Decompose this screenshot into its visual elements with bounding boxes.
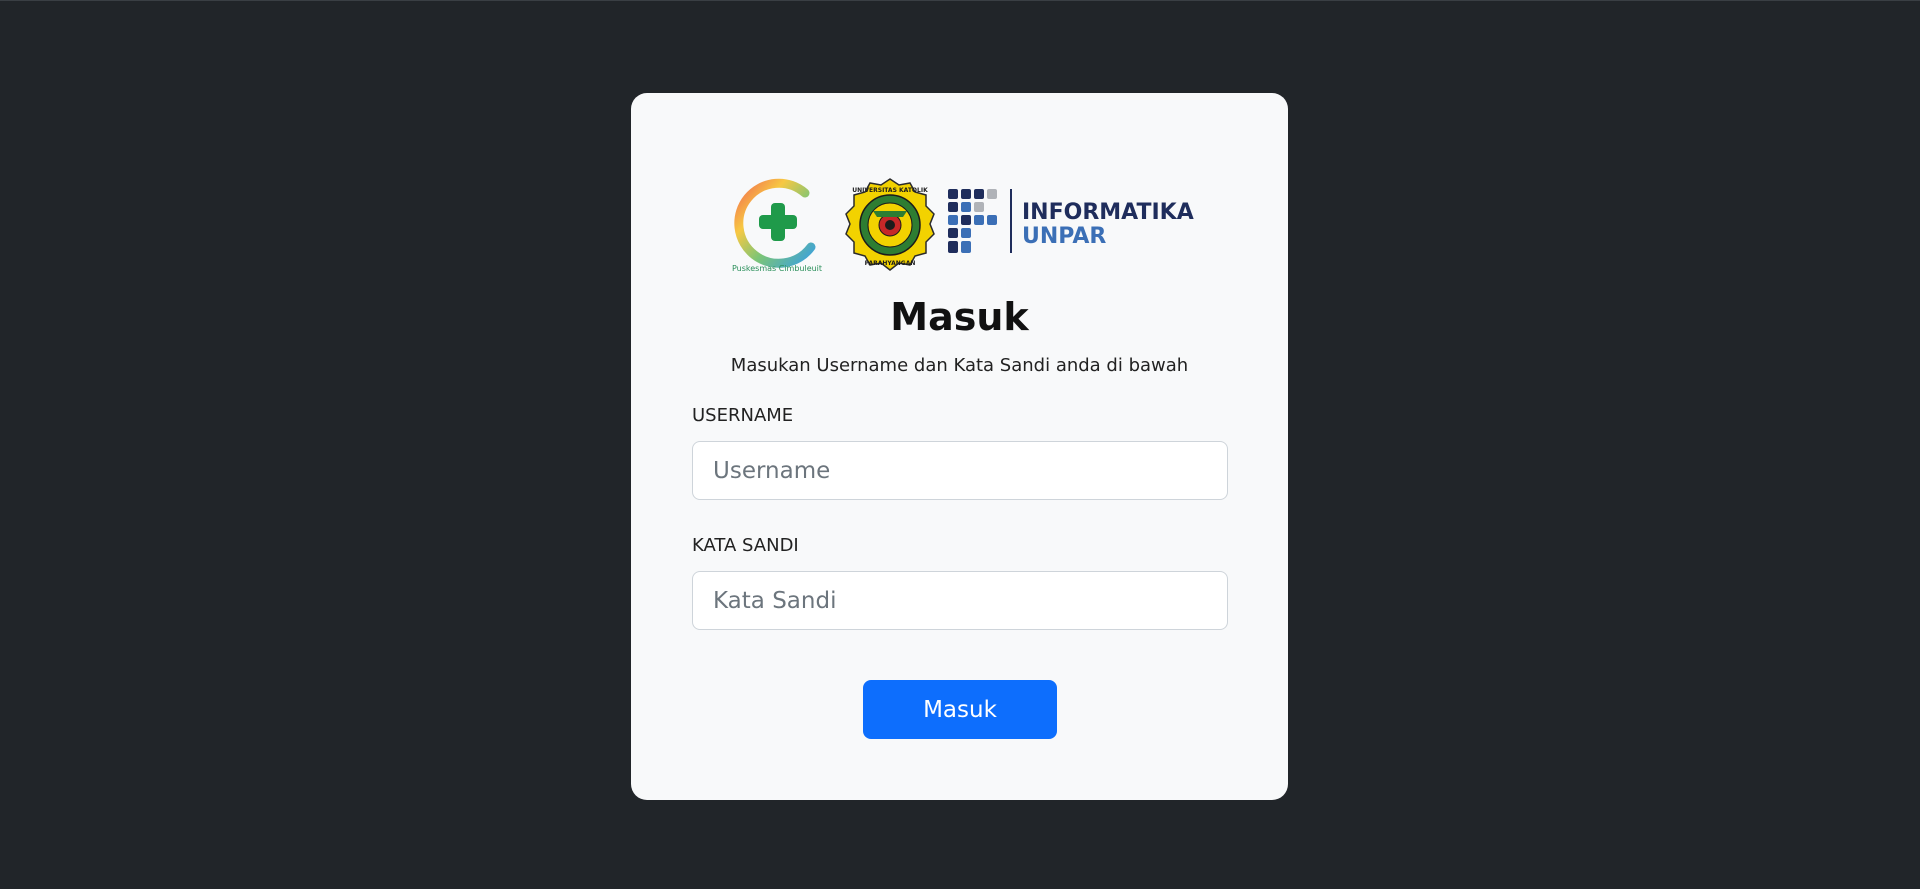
login-submit-button[interactable]: Masuk — [863, 680, 1057, 739]
password-input[interactable] — [692, 571, 1228, 630]
unpar-seal-bottom-text: PARAHYANGAN — [865, 260, 916, 267]
informatika-text: INFORMATIKA — [1022, 200, 1194, 225]
puskesmas-logo: Puskesmas Cimbuleuit — [732, 178, 822, 273]
top-border — [0, 0, 1920, 1]
username-input[interactable] — [692, 441, 1228, 500]
page-subtitle: Masukan Username dan Kata Sandi anda di … — [730, 355, 1189, 376]
password-label: KATA SANDI — [692, 535, 799, 556]
page-title: Masuk — [890, 295, 1029, 339]
puskesmas-logo-text: Puskesmas Cimbuleuit — [732, 264, 822, 273]
username-label: USERNAME — [692, 405, 794, 426]
informatika-unpar-logo: INFORMATIKA UNPAR — [948, 189, 1194, 253]
unpar-text: UNPAR — [1022, 224, 1106, 249]
unpar-seal-top-text: UNIVERSITAS KATOLIK — [852, 187, 928, 194]
logo-row: Puskesmas Cimbuleuit UNIVERSITAS KATOLIK… — [631, 175, 1288, 275]
unpar-seal-logo: UNIVERSITAS KATOLIK PARAHYANGAN — [845, 178, 935, 271]
login-card: Puskesmas Cimbuleuit UNIVERSITAS KATOLIK… — [631, 93, 1288, 800]
